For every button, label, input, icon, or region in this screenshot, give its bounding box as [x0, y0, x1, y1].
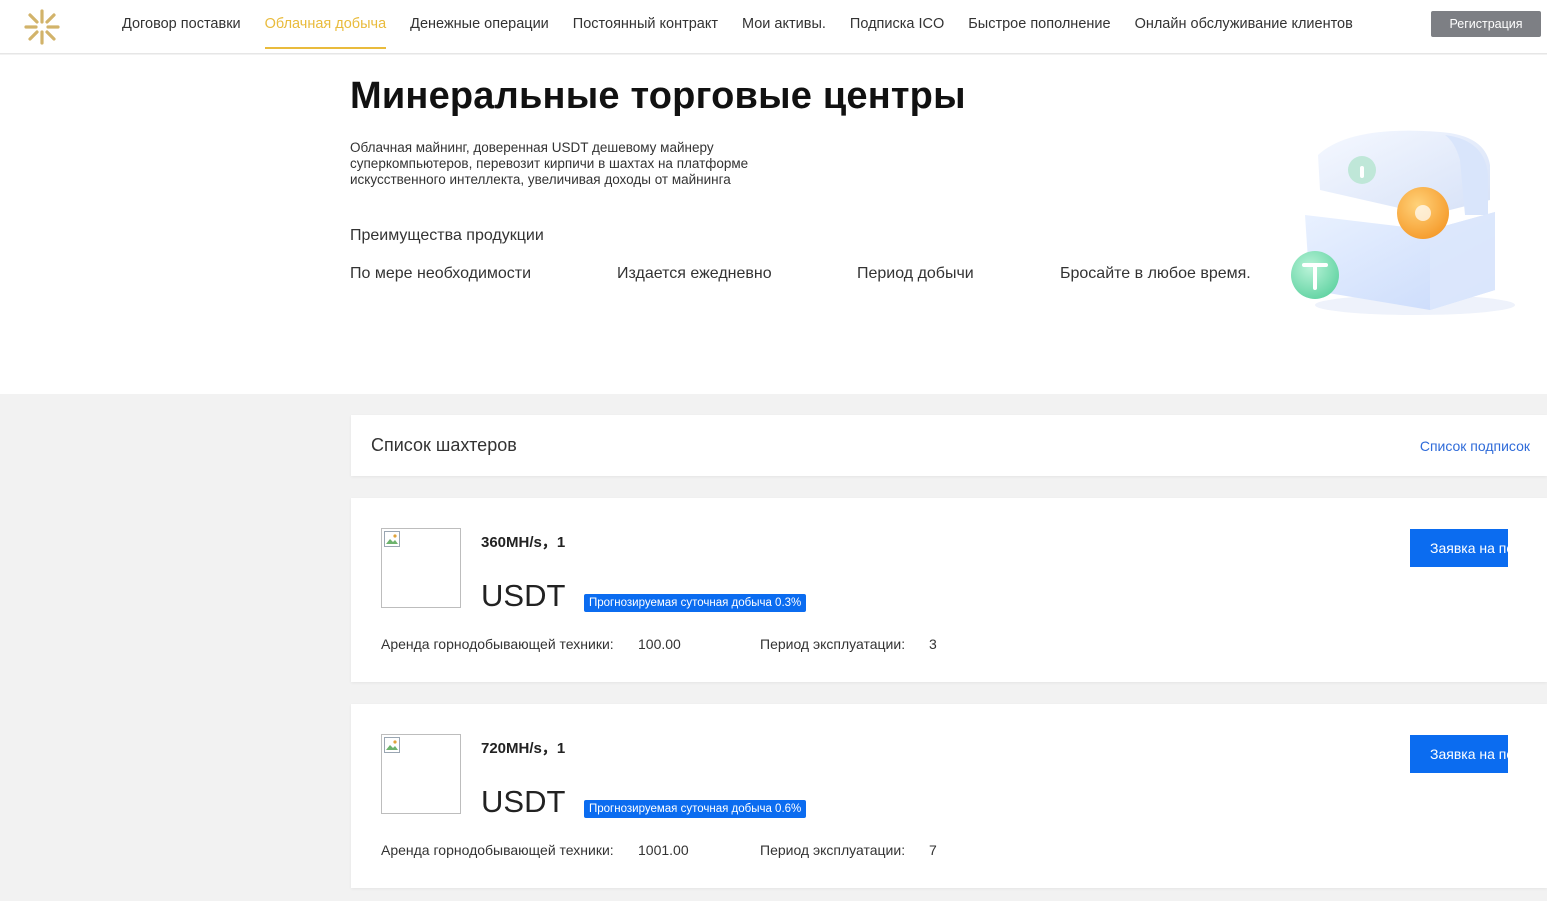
period-value: 3	[929, 636, 937, 652]
register-button[interactable]: Регистрация	[1431, 11, 1541, 37]
treasure-chest-illustration	[1291, 130, 1515, 315]
subscriptions-list-link[interactable]: Список подписок	[1420, 438, 1530, 454]
miner-image	[381, 734, 461, 814]
rent-label: Аренда горнодобывающей техники:	[381, 636, 614, 652]
nav-item-online-support[interactable]: Онлайн обслуживание клиентов	[1123, 0, 1365, 54]
nav-item-quick-deposit[interactable]: Быстрое пополнение	[956, 0, 1122, 54]
miner-name: 720MH/s，1	[481, 740, 566, 757]
logo-icon[interactable]	[22, 8, 62, 46]
period-value: 7	[929, 842, 937, 858]
main-nav: Договор поставки Облачная добыча Денежны…	[110, 0, 1365, 54]
broken-image-icon	[384, 737, 400, 753]
hero-description: Облачная майнинг, доверенная USDT дешево…	[350, 140, 749, 187]
daily-yield-badge: Прогнозируемая суточная добыча 0.3%	[584, 594, 807, 612]
nav-item-my-assets[interactable]: Мои активы.	[730, 0, 838, 54]
advantage-item: Издается ежедневно	[617, 265, 772, 282]
miner-image	[381, 528, 461, 608]
nav-item-cloud-mining[interactable]: Облачная добыча	[253, 0, 399, 54]
miner-currency: USDT	[481, 784, 566, 819]
advantages-heading: Преимущества продукции	[350, 227, 544, 244]
miner-card: 360MH/s，1 USDT Прогнозируемая суточная д…	[351, 498, 1547, 682]
apply-purchase-button[interactable]: Заявка на покупку	[1410, 735, 1508, 773]
nav-item-money-operations[interactable]: Денежные операции	[398, 0, 561, 54]
rent-label: Аренда горнодобывающей техники:	[381, 842, 614, 858]
top-navbar: Договор поставки Облачная добыча Денежны…	[0, 0, 1547, 54]
period-label: Период эксплуатации:	[760, 842, 906, 858]
rent-value: 1001.00	[638, 842, 689, 858]
broken-image-icon	[384, 531, 400, 547]
apply-purchase-button[interactable]: Заявка на покупку	[1410, 529, 1508, 567]
advantage-item: Бросайте в любое время.	[1060, 265, 1251, 282]
nav-item-supply-contract[interactable]: Договор поставки	[110, 0, 253, 54]
nav-item-ico-subscription[interactable]: Подписка ICO	[838, 0, 956, 54]
advantage-item: По мере необходимости	[350, 265, 532, 282]
miner-card: 720MH/s，1 USDT Прогнозируемая суточная д…	[351, 704, 1547, 888]
period-label: Период эксплуатации:	[760, 636, 906, 652]
hero-section: Минеральные торговые центры Облачная май…	[0, 55, 1547, 394]
page-title: Минеральные торговые центры	[350, 75, 966, 117]
miners-list-header: Список шахтеров Список подписок	[351, 415, 1547, 476]
daily-yield-badge: Прогнозируемая суточная добыча 0.6%	[584, 800, 807, 818]
miners-list-title: Список шахтеров	[371, 435, 517, 455]
advantage-item: Период добычи	[857, 265, 974, 282]
miner-name: 360MH/s，1	[481, 534, 566, 551]
miner-currency: USDT	[481, 578, 566, 613]
nav-item-perpetual-contract[interactable]: Постоянный контракт	[561, 0, 730, 54]
rent-value: 100.00	[638, 636, 681, 652]
